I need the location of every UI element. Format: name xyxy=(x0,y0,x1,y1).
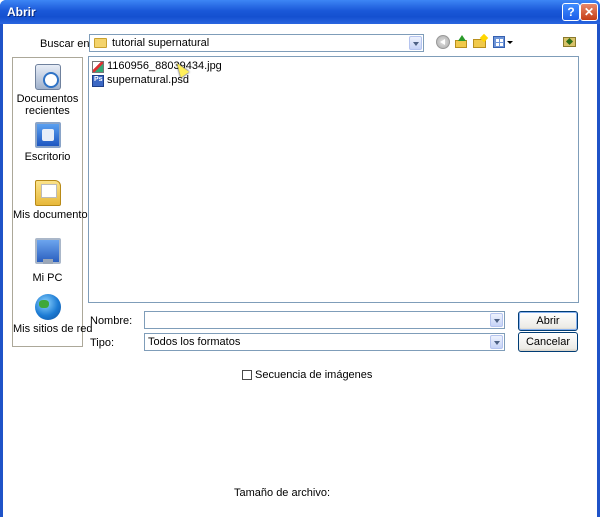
image-sequence-label: Secuencia de imágenes xyxy=(255,369,373,381)
jpg-file-icon xyxy=(92,61,104,73)
image-sequence-checkbox[interactable] xyxy=(242,370,252,380)
places-bar: Documentos recientes Escritorio Mis docum… xyxy=(12,57,94,347)
filetype-label: Tipo: xyxy=(90,337,115,349)
new-folder-icon[interactable] xyxy=(473,33,489,49)
place-recent-documents[interactable]: Documentos recientes xyxy=(13,64,82,117)
back-icon[interactable] xyxy=(436,35,450,49)
up-folder-icon[interactable] xyxy=(454,35,468,49)
open-button[interactable]: Abrir xyxy=(518,311,578,331)
file-list[interactable]: 1160956_88039434.jpg supernatural.psd xyxy=(88,56,579,303)
filetype-value: Todos los formatos xyxy=(148,336,241,348)
place-label: Escritorio xyxy=(24,151,71,163)
chevron-down-icon[interactable] xyxy=(490,335,503,349)
title-bar[interactable]: Abrir ? ✕ xyxy=(0,0,600,24)
place-label: Mi PC xyxy=(32,272,63,284)
filename-label: Nombre: xyxy=(90,315,133,327)
lookin-combobox[interactable]: tutorial supernatural xyxy=(89,34,424,52)
favorites-folder-icon[interactable] xyxy=(563,35,577,49)
chevron-down-icon[interactable] xyxy=(490,313,503,327)
lookin-label: Buscar en: xyxy=(40,38,93,50)
filetype-select[interactable]: Todos los formatos xyxy=(144,333,505,351)
place-my-documents[interactable]: Mis documentos xyxy=(13,180,94,221)
lookin-value: tutorial supernatural xyxy=(112,37,210,49)
file-name: 1160956_88039434.jpg xyxy=(107,60,222,72)
psd-file-icon xyxy=(92,75,104,87)
file-size-label: Tamaño de archivo: xyxy=(234,487,330,499)
place-label: Mis sitios de red xyxy=(13,323,93,335)
window-title: Abrir xyxy=(7,5,36,19)
computer-icon xyxy=(34,238,61,264)
recent-documents-icon xyxy=(34,64,61,90)
cancel-button[interactable]: Cancelar xyxy=(518,332,578,352)
place-desktop[interactable]: Escritorio xyxy=(13,122,82,163)
chevron-down-icon[interactable] xyxy=(409,36,422,50)
file-name: supernatural.psd xyxy=(107,74,189,86)
desktop-icon xyxy=(34,122,61,148)
folder-icon xyxy=(94,38,107,48)
filename-combobox[interactable] xyxy=(144,311,505,329)
place-network[interactable]: Mis sitios de red xyxy=(13,294,93,335)
place-label: Mis documentos xyxy=(13,209,94,221)
place-my-pc[interactable]: Mi PC xyxy=(13,238,82,284)
network-icon xyxy=(34,294,61,320)
place-label: Documentos recientes xyxy=(16,93,79,117)
close-button[interactable]: ✕ xyxy=(580,3,598,21)
my-documents-icon xyxy=(34,180,61,206)
filename-input[interactable] xyxy=(147,313,486,327)
help-button[interactable]: ? xyxy=(562,3,580,21)
view-menu-icon[interactable] xyxy=(493,35,513,49)
